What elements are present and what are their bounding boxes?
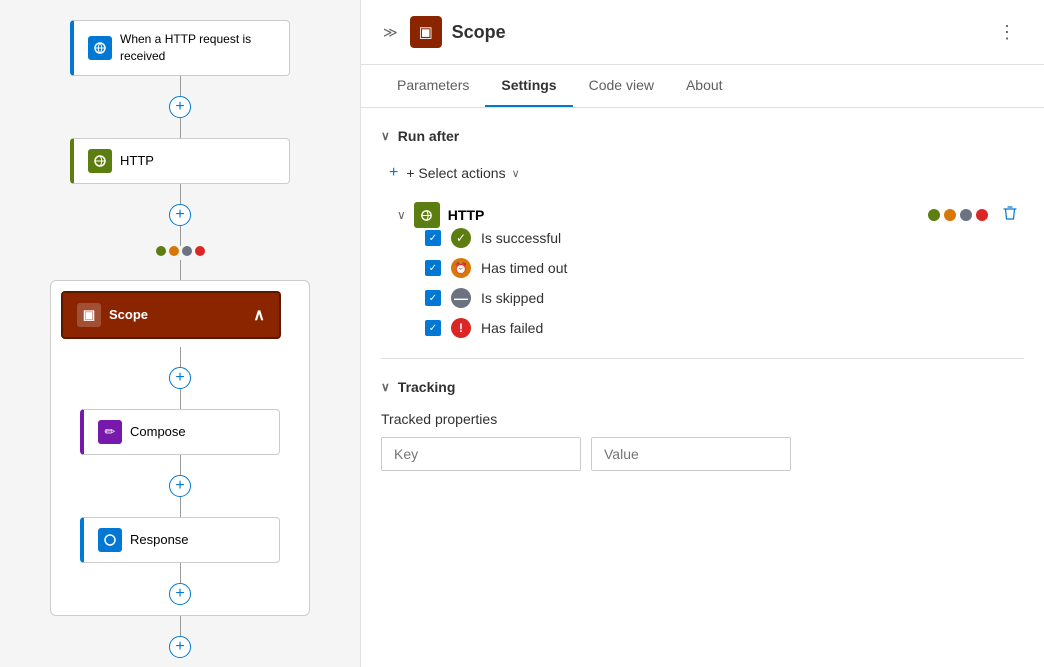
compose-box[interactable]: ✏ Compose xyxy=(80,409,280,455)
dot-success xyxy=(928,209,940,221)
http-action-label: HTTP xyxy=(448,207,920,223)
scope-container: ▣ Scope ∧ + ✏ Compose + Respons xyxy=(50,280,310,616)
http-request-node: When a HTTP request is received + xyxy=(10,20,350,138)
http-run-section: ∨ HTTP xyxy=(401,202,1024,338)
select-actions-label: + Select actions xyxy=(406,165,505,181)
tab-code-view[interactable]: Code view xyxy=(573,65,670,107)
skipped-icon: — xyxy=(451,288,471,308)
panel-header: ≫ ▣ Scope ⋮ xyxy=(361,0,1044,65)
response-label: Response xyxy=(130,532,189,547)
http-label: HTTP xyxy=(120,153,154,168)
select-actions-chevron: ∨ xyxy=(512,167,520,180)
http-expand-chevron[interactable]: ∨ xyxy=(397,208,406,222)
tracking-label: Tracking xyxy=(398,379,456,395)
condition-list: ✓ ✓ Is successful ✓ ⏰ Has timed out ✓ — … xyxy=(425,228,1024,338)
run-after-header[interactable]: ∨ Run after xyxy=(381,128,1024,144)
right-panel: ≫ ▣ Scope ⋮ Parameters Settings Code vie… xyxy=(360,0,1044,667)
connector-5: + xyxy=(169,563,191,605)
http-request-icon xyxy=(88,36,112,60)
http-request-box[interactable]: When a HTTP request is received xyxy=(70,20,290,76)
checkbox-timeout[interactable]: ✓ xyxy=(425,260,441,276)
add-btn-5[interactable]: + xyxy=(169,583,191,605)
compose-icon: ✏ xyxy=(98,420,122,444)
scope-box[interactable]: ▣ Scope ∧ xyxy=(61,291,281,339)
add-btn-1[interactable]: + xyxy=(169,96,191,118)
collapse-button[interactable]: ≫ xyxy=(381,22,400,43)
scope-icon-left: ▣ xyxy=(77,303,101,327)
dot-timeout xyxy=(944,209,956,221)
delete-http-button[interactable] xyxy=(996,203,1024,228)
condition-label-skipped: Is skipped xyxy=(481,290,544,306)
action-status-dots xyxy=(928,209,988,221)
section-divider-1 xyxy=(381,358,1024,359)
dot-failed xyxy=(976,209,988,221)
tab-about[interactable]: About xyxy=(670,65,739,107)
http-action-icon xyxy=(414,202,440,228)
checkbox-success[interactable]: ✓ xyxy=(425,230,441,246)
tracked-inputs-row xyxy=(381,437,1024,471)
condition-row-skipped: ✓ — Is skipped xyxy=(425,288,1024,308)
condition-label-timeout: Has timed out xyxy=(481,260,567,276)
panel-title: Scope xyxy=(452,22,980,43)
panel-content: ∨ Run after + + Select actions ∨ ∨ HTTP xyxy=(361,108,1044,491)
add-btn-2[interactable]: + xyxy=(169,204,191,226)
add-btn-6[interactable]: + xyxy=(169,636,191,658)
run-after-label: Run after xyxy=(398,128,459,144)
success-icon: ✓ xyxy=(451,228,471,248)
condition-row-success: ✓ ✓ Is successful xyxy=(425,228,1024,248)
connector-3: + xyxy=(169,347,191,409)
dot-skipped xyxy=(960,209,972,221)
http-node: HTTP + xyxy=(10,138,350,280)
http-icon xyxy=(88,149,112,173)
run-after-chevron: ∨ xyxy=(381,129,390,143)
checkbox-skipped[interactable]: ✓ xyxy=(425,290,441,306)
tracking-section: ∨ Tracking Tracked properties xyxy=(381,379,1024,471)
flow-canvas: When a HTTP request is received + HTTP + xyxy=(0,0,360,667)
http-box[interactable]: HTTP xyxy=(70,138,290,184)
tracking-header[interactable]: ∨ Tracking xyxy=(381,379,1024,395)
condition-row-failed: ✓ ! Has failed xyxy=(425,318,1024,338)
tab-bar: Parameters Settings Code view About xyxy=(361,65,1044,108)
status-dots-left xyxy=(156,246,205,256)
scope-label: Scope xyxy=(109,307,148,322)
connector-6: + xyxy=(169,616,191,658)
scope-icon-header: ▣ xyxy=(410,16,442,48)
condition-label-failed: Has failed xyxy=(481,320,543,336)
timeout-icon: ⏰ xyxy=(451,258,471,278)
connector-4: + xyxy=(169,455,191,517)
tracked-key-input[interactable] xyxy=(381,437,581,471)
add-btn-4[interactable]: + xyxy=(169,475,191,497)
scope-collapse-icon[interactable]: ∧ xyxy=(253,305,265,325)
add-btn-3[interactable]: + xyxy=(169,367,191,389)
more-options-button[interactable]: ⋮ xyxy=(990,18,1024,47)
checkbox-failed[interactable]: ✓ xyxy=(425,320,441,336)
connector-2: + xyxy=(156,184,205,280)
condition-row-timeout: ✓ ⏰ Has timed out xyxy=(425,258,1024,278)
http-request-label: When a HTTP request is received xyxy=(120,31,275,65)
connector-1: + xyxy=(169,76,191,138)
compose-label: Compose xyxy=(130,424,186,439)
response-icon xyxy=(98,528,122,552)
http-action-header: ∨ HTTP xyxy=(397,202,1024,228)
tracked-value-input[interactable] xyxy=(591,437,791,471)
response-box[interactable]: Response xyxy=(80,517,280,563)
condition-label-success: Is successful xyxy=(481,230,561,246)
failed-icon: ! xyxy=(451,318,471,338)
tracked-properties-label: Tracked properties xyxy=(381,411,1024,427)
select-actions-button[interactable]: + + Select actions ∨ xyxy=(381,160,528,186)
tracking-chevron: ∨ xyxy=(381,380,390,394)
scope-header: ▣ Scope ∧ xyxy=(61,291,299,339)
plus-icon: + xyxy=(389,164,398,182)
tab-parameters[interactable]: Parameters xyxy=(381,65,485,107)
tab-settings[interactable]: Settings xyxy=(485,65,572,107)
